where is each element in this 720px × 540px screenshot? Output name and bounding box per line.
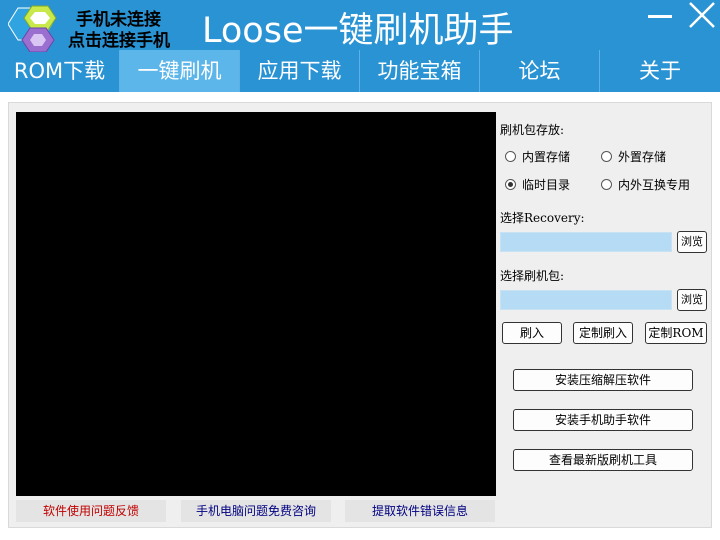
main-tabs: ROM下载 一键刷机 应用下载 功能宝箱 论坛 关于 xyxy=(0,50,720,92)
radio-temp-directory[interactable]: 临时目录 xyxy=(505,176,570,192)
log-console xyxy=(16,112,496,496)
radio-label: 外置存储 xyxy=(618,149,667,164)
package-location-label: 刷机包存放: xyxy=(500,123,565,137)
recovery-browse-button[interactable]: 浏览 xyxy=(677,231,707,253)
radio-swap-storage[interactable]: 内外互换专用 xyxy=(601,176,690,192)
radio-label: 内置存储 xyxy=(522,149,571,164)
radio-button-checked-icon[interactable] xyxy=(505,178,516,190)
custom-rom-button[interactable]: 定制ROM xyxy=(645,322,707,344)
app-header: 手机未连接 点击连接手机 Loose一键刷机助手 ROM下载 一键刷机 应用下载… xyxy=(0,0,720,92)
flash-tool-logo-icon xyxy=(8,5,57,52)
recovery-label: 选择Recovery: xyxy=(500,211,585,225)
tab-forum[interactable]: 论坛 xyxy=(480,50,600,92)
flash-button[interactable]: 刷入 xyxy=(502,322,562,344)
app-title: Loose一键刷机助手 xyxy=(202,11,514,51)
tab-rom-download[interactable]: ROM下载 xyxy=(0,50,120,92)
radio-label: 内外互换专用 xyxy=(618,177,691,192)
tab-toolbox[interactable]: 功能宝箱 xyxy=(360,50,480,92)
free-consult-link[interactable]: 手机电脑问题免费咨询 xyxy=(181,500,331,522)
package-label: 选择刷机包: xyxy=(500,269,565,283)
install-assistant-button[interactable]: 安装手机助手软件 xyxy=(513,409,693,431)
radio-internal-storage[interactable]: 内置存储 xyxy=(505,148,570,164)
custom-flash-button[interactable]: 定制刷入 xyxy=(573,322,633,344)
radio-external-storage[interactable]: 外置存储 xyxy=(601,148,666,164)
tab-app-download[interactable]: 应用下载 xyxy=(240,50,360,92)
feedback-link[interactable]: 软件使用问题反馈 xyxy=(16,500,166,522)
tab-one-click-flash[interactable]: 一键刷机 xyxy=(120,50,240,92)
tab-about[interactable]: 关于 xyxy=(600,50,720,92)
radio-button-icon[interactable] xyxy=(505,150,516,162)
radio-button-icon[interactable] xyxy=(601,150,612,162)
minimize-icon[interactable] xyxy=(646,2,674,30)
latest-tools-button[interactable]: 查看最新版刷机工具 xyxy=(513,449,693,471)
radio-label: 临时目录 xyxy=(522,177,571,192)
package-browse-button[interactable]: 浏览 xyxy=(677,289,707,311)
recovery-path-field[interactable] xyxy=(500,232,672,252)
package-path-field[interactable] xyxy=(500,290,672,310)
extract-error-info-link[interactable]: 提取软件错误信息 xyxy=(345,500,495,522)
install-unzip-button[interactable]: 安装压缩解压软件 xyxy=(513,369,693,391)
close-icon[interactable] xyxy=(684,0,718,30)
connect-phone-link[interactable]: 点击连接手机 xyxy=(68,26,170,51)
radio-button-icon[interactable] xyxy=(601,178,612,190)
